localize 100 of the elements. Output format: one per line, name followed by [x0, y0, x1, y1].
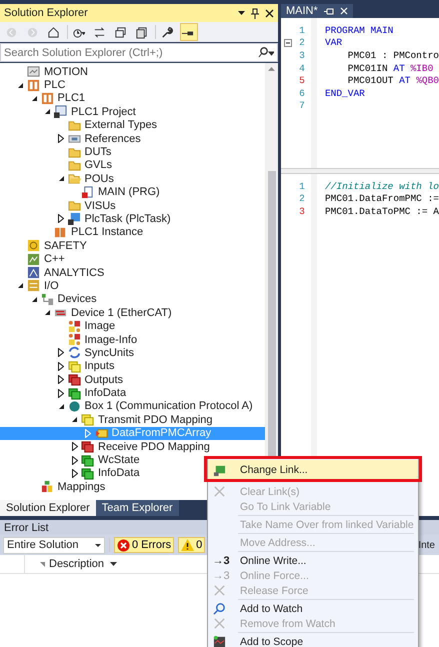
expanded-arrow-icon[interactable]	[30, 296, 38, 303]
tree-item[interactable]: References	[0, 132, 265, 146]
menu-item[interactable]: Add to Scope	[208, 634, 418, 647]
menu-item[interactable]: Change Link...	[208, 460, 418, 480]
code-line: PMC01IN AT %IB0	[346, 62, 434, 74]
folder-icon	[68, 118, 80, 132]
network-icon	[40, 292, 54, 306]
tree-item[interactable]: InfoData	[0, 386, 265, 400]
collapsed-arrow-icon[interactable]	[58, 375, 64, 384]
tree-item[interactable]: MAIN (PRG)	[0, 186, 265, 199]
code-line: PMC01.DataFromPMC :=	[324, 193, 439, 204]
io-icon	[27, 279, 40, 292]
image-icon	[68, 333, 80, 346]
tree-item[interactable]: C++	[0, 252, 265, 266]
tree-item[interactable]: PLC1 Project	[0, 105, 265, 119]
line-number: 5	[299, 75, 306, 86]
scope-dropdown[interactable]: Entire Solution	[3, 536, 105, 554]
expanded-arrow-icon[interactable]	[58, 402, 64, 410]
tree-item[interactable]: Device 1 (EtherCAT)	[0, 306, 265, 320]
collapsed-arrow-icon[interactable]	[58, 134, 64, 144]
expanded-arrow-icon[interactable]	[17, 282, 24, 290]
dropdown-icon[interactable]	[238, 11, 245, 15]
monitor-icon	[27, 65, 40, 78]
scroll-up-icon[interactable]	[268, 67, 275, 71]
line-number: 7	[299, 100, 306, 112]
line-number: 3	[299, 50, 306, 61]
panel-tab[interactable]: Solution Explorer	[0, 500, 96, 516]
toolbar-button[interactable]	[180, 23, 198, 41]
scope-icon	[212, 635, 226, 647]
tree-item[interactable]: MOTION	[0, 65, 265, 78]
collapsed-arrow-icon[interactable]	[72, 442, 78, 452]
tree-item[interactable]: External Types	[0, 118, 265, 132]
line-number: 2	[299, 193, 306, 204]
expanded-arrow-icon[interactable]	[44, 309, 51, 316]
expanded-arrow-icon[interactable]	[17, 82, 24, 89]
folder-icon	[68, 172, 80, 186]
crossed-icon	[212, 584, 226, 597]
collapsed-arrow-icon[interactable]	[58, 362, 64, 371]
shield-icon	[27, 239, 40, 252]
instance-icon	[54, 226, 67, 239]
tree-item[interactable]: VISUs	[0, 198, 265, 212]
collapsed-arrow-icon[interactable]	[58, 388, 64, 398]
tree-item[interactable]: SAFETY	[0, 239, 265, 252]
collapsed-arrow-icon[interactable]	[72, 456, 78, 465]
search-box[interactable]: Search Solution Explorer (Ctrl+;)	[0, 43, 278, 62]
search-field[interactable]: Search Solution Explorer (Ctrl+;)	[4, 46, 258, 58]
expanded-arrow-icon[interactable]	[58, 175, 64, 182]
collapsed-arrow-icon[interactable]	[58, 214, 64, 224]
tree-item[interactable]: Transmit PDO Mapping	[0, 413, 265, 427]
document-icon	[81, 186, 94, 199]
pin-icon[interactable]	[251, 8, 259, 18]
code-line: PROGRAM MAIN	[324, 24, 394, 36]
tree-item[interactable]: SyncUnits	[0, 346, 265, 360]
tree-item[interactable]: GVLs	[0, 158, 265, 172]
tree-item[interactable]: Outputs	[0, 372, 265, 386]
tree-item[interactable]: I/O	[0, 279, 265, 293]
menu-item[interactable]: →3 Online Write...	[208, 553, 418, 568]
tree-item[interactable]: DUTs	[0, 145, 265, 159]
inputs-icon	[81, 413, 94, 426]
tree-item[interactable]: Image	[0, 319, 265, 333]
sync-icon	[68, 346, 80, 360]
collapse-icon	[114, 26, 126, 38]
column-header[interactable]: Description	[45, 558, 118, 570]
collapse-icon[interactable]	[284, 38, 292, 47]
close-icon[interactable]	[265, 8, 274, 18]
task-icon	[68, 212, 80, 226]
expanded-arrow-icon[interactable]	[44, 108, 51, 116]
menu-item[interactable]: Add to Watch	[208, 601, 418, 616]
tree-item[interactable]: Inputs	[0, 360, 265, 373]
warnings-filter-button[interactable]: 0	[178, 537, 206, 553]
tree-item[interactable]: Receive PDO Mapping	[0, 440, 265, 454]
toolbar-label: Inte	[418, 540, 436, 550]
code-pane[interactable]: 1 2 3 4 5 6 7 PROGRAM MAIN VAR PMC01 : PMContro PMC01IN AT %IB0 PMC01OUT AT %QB0 END_VAR	[281, 18, 439, 169]
expanded-arrow-icon[interactable]	[71, 416, 78, 424]
box-icon	[68, 400, 80, 413]
tree-item[interactable]: PLC1 Instance	[0, 226, 265, 240]
collapsed-arrow-icon[interactable]	[58, 348, 64, 358]
panel-title: Solution Explorer	[4, 7, 89, 19]
code-line: //Initialize with lo	[324, 180, 439, 192]
tree-item[interactable]: Box 1 (Communication Protocol A)	[0, 400, 265, 414]
panel-tab[interactable]: Team Explorer	[96, 500, 179, 516]
search-icon[interactable]	[258, 47, 274, 58]
tree-item[interactable]: PLC	[0, 78, 265, 92]
tree-item[interactable]: PLC1	[0, 92, 265, 106]
code-line: PMC01.DataToPMC := A	[324, 206, 439, 217]
tree-item[interactable]: POUs	[0, 172, 265, 186]
tree-item[interactable]: PlcTask (PlcTask)	[0, 212, 265, 226]
collapsed-arrow-icon[interactable]	[72, 468, 78, 478]
outputs-icon	[68, 373, 80, 386]
back-icon	[4, 26, 18, 38]
expanded-arrow-icon[interactable]	[30, 94, 38, 102]
files-icon	[134, 26, 148, 38]
link-icon	[212, 464, 226, 476]
tree-item[interactable]: ANALYTICS	[0, 266, 265, 280]
infodata-icon	[81, 466, 94, 480]
errors-filter-button[interactable]: 0 Errors	[114, 537, 174, 553]
infodata-icon	[81, 454, 94, 467]
tree-item[interactable]: Devices	[0, 292, 265, 306]
line-number: 6	[299, 88, 306, 99]
tree-item[interactable]: Image-Info	[0, 332, 265, 346]
